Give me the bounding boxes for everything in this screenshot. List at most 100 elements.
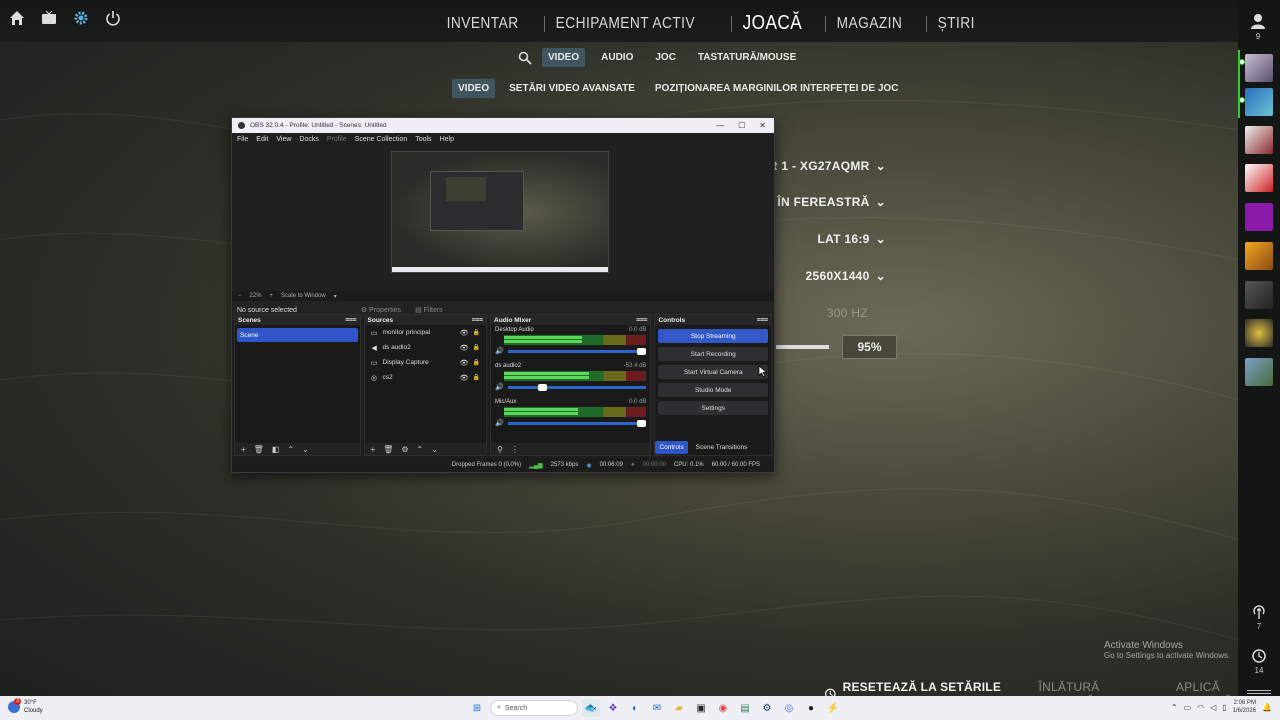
trash-icon[interactable]: 🗑 (254, 445, 264, 454)
menu-tools[interactable]: Tools (415, 136, 431, 143)
move-up-icon[interactable]: ⌃ (417, 445, 424, 454)
network-icon[interactable]: ▭ (1184, 703, 1192, 712)
copilot-icon[interactable]: ❖ (604, 699, 622, 717)
friend-avatar[interactable] (1245, 126, 1273, 154)
battery-icon[interactable]: ▯ (1222, 703, 1226, 712)
filter-icon[interactable]: ◧ (272, 445, 280, 454)
eye-icon[interactable]: 👁 (460, 329, 469, 337)
home-icon[interactable] (8, 9, 26, 27)
notification-bell-icon[interactable]: 🔔 (1262, 703, 1272, 712)
zoom-out-icon[interactable]: − (238, 293, 242, 299)
weather-widget[interactable]: 3 30°F Cloudy (8, 698, 43, 715)
source-row[interactable]: ▭ Display Capture 👁 🔒 (365, 355, 487, 370)
link-icon[interactable]: ⚲ (497, 445, 503, 454)
nav-magazin[interactable]: MAGAZIN (828, 11, 911, 37)
obs-preview-area[interactable] (232, 145, 774, 291)
game-icon[interactable]: ⚡ (824, 699, 842, 717)
stop-streaming-button[interactable]: Stop Streaming (658, 329, 768, 343)
volume-slider[interactable] (507, 347, 647, 355)
tab-joc[interactable]: JOC (649, 48, 682, 67)
tab-scene-transitions[interactable]: Scene Transitions (692, 441, 752, 454)
menu-view[interactable]: View (276, 136, 291, 143)
brightness-input[interactable]: 95% (842, 335, 897, 359)
speaker-icon[interactable]: 🔊 (495, 383, 504, 391)
edge-icon[interactable]: ◐ (626, 699, 644, 717)
lock-icon[interactable]: 🔒 (473, 374, 486, 381)
lock-icon[interactable]: 🔒 (473, 344, 486, 351)
friend-avatar[interactable] (1245, 281, 1273, 309)
chrome-icon[interactable]: ◉ (714, 699, 732, 717)
menu-icon[interactable] (1247, 690, 1271, 694)
discord-icon[interactable]: ◎ (780, 699, 798, 717)
friend-avatar[interactable] (1245, 358, 1273, 386)
move-down-icon[interactable]: ⌄ (431, 445, 438, 454)
nav-echipament-activ[interactable]: ECHIPAMENT ACTIV (547, 11, 704, 37)
dock-menu-icon[interactable]: ⩶ (757, 316, 768, 324)
menu-profile[interactable]: Profile (327, 136, 347, 143)
menu-scene-collection[interactable]: Scene Collection (355, 136, 408, 143)
outlook-icon[interactable]: ✉ (648, 699, 666, 717)
recent-button[interactable]: 14 (1249, 648, 1269, 675)
move-up-icon[interactable]: ⌃ (287, 445, 294, 454)
store-icon[interactable]: ▣ (692, 699, 710, 717)
nav-joaca[interactable]: JOACĂ (734, 8, 811, 39)
volume-slider[interactable] (507, 383, 647, 391)
obs-preview-canvas[interactable] (391, 151, 609, 273)
search-icon[interactable] (518, 51, 532, 65)
filters-button[interactable]: ▤ Filters (415, 306, 443, 314)
add-icon[interactable]: + (241, 445, 246, 454)
volume-icon[interactable]: ◁ (1210, 703, 1216, 712)
subtab-video[interactable]: VIDEO (452, 79, 496, 98)
properties-button[interactable]: ⚙ Properties (361, 306, 401, 314)
eye-icon[interactable]: 👁 (460, 344, 469, 352)
menu-edit[interactable]: Edit (256, 136, 268, 143)
volume-slider[interactable] (507, 419, 647, 427)
start-virtual-camera-button[interactable]: Start Virtual Camera (658, 365, 768, 379)
tab-video[interactable]: VIDEO (542, 48, 586, 67)
source-row[interactable]: ◀ ds audio2 👁 🔒 (365, 340, 487, 355)
dock-menu-icon[interactable]: ⩶ (472, 316, 483, 324)
scale-mode[interactable]: Scale to Window (281, 293, 326, 299)
chevron-down-icon[interactable]: ▾ (334, 293, 337, 300)
eye-icon[interactable]: 👁 (460, 374, 469, 382)
tab-audio[interactable]: AUDIO (595, 48, 639, 67)
file-explorer-icon[interactable]: ▰ (670, 699, 688, 717)
settings-gear-icon[interactable] (72, 9, 90, 27)
zoom-in-icon[interactable]: + (270, 293, 274, 299)
menu-file[interactable]: File (237, 136, 248, 143)
subtab-hud-edge[interactable]: POZIȚIONAREA MARGINILOR INTERFEȚEI DE JO… (649, 79, 905, 98)
app-icon[interactable]: ▤ (736, 699, 754, 717)
clock[interactable]: 2:06 PM 1/6/2026 (1233, 699, 1256, 715)
dock-menu-icon[interactable]: ⩶ (636, 316, 647, 324)
power-icon[interactable] (104, 9, 122, 27)
source-row[interactable]: ▭ monitor principal 👁 🔒 (365, 325, 487, 340)
resolution-dropdown[interactable]: 2560X1440 ⌄ (806, 269, 886, 283)
minimize-icon[interactable]: — (716, 121, 724, 130)
friend-avatar[interactable] (1245, 242, 1273, 270)
friend-avatar[interactable] (1245, 319, 1273, 347)
source-row[interactable]: ◎ cs2 👁 🔒 (365, 370, 487, 385)
wifi-icon[interactable]: ◠ (1197, 703, 1204, 712)
speaker-icon[interactable]: 🔊 (495, 347, 504, 355)
maximize-icon[interactable]: ☐ (738, 121, 745, 130)
add-icon[interactable]: + (371, 445, 376, 454)
move-down-icon[interactable]: ⌄ (302, 445, 309, 454)
friend-avatar[interactable] (1245, 164, 1273, 192)
steam-icon[interactable]: ⚙ (758, 699, 776, 717)
speaker-icon[interactable]: 🔊 (495, 419, 504, 427)
dock-menu-icon[interactable]: ⩶ (345, 316, 356, 324)
start-recording-button[interactable]: Start Recording (658, 347, 768, 361)
subtab-advanced-video[interactable]: SETĂRI VIDEO AVANSATE (503, 79, 641, 98)
friends-button[interactable]: 9 (1249, 12, 1267, 41)
menu-help[interactable]: Help (440, 136, 454, 143)
studio-mode-button[interactable]: Studio Mode (658, 383, 768, 397)
settings-button[interactable]: Settings (658, 401, 768, 415)
lock-icon[interactable]: 🔒 (473, 329, 486, 336)
taskbar-search[interactable]: ⌕ Search (490, 700, 578, 716)
nav-inventar[interactable]: INVENTAR (438, 11, 527, 37)
widgets-icon[interactable]: 🐟 (582, 699, 600, 717)
chevron-up-icon[interactable]: ⌃ (1171, 703, 1178, 712)
aspect-dropdown[interactable]: LAT 16:9 ⌄ (817, 232, 886, 246)
trash-icon[interactable]: 🗑 (383, 445, 393, 454)
menu-docks[interactable]: Docks (299, 136, 318, 143)
